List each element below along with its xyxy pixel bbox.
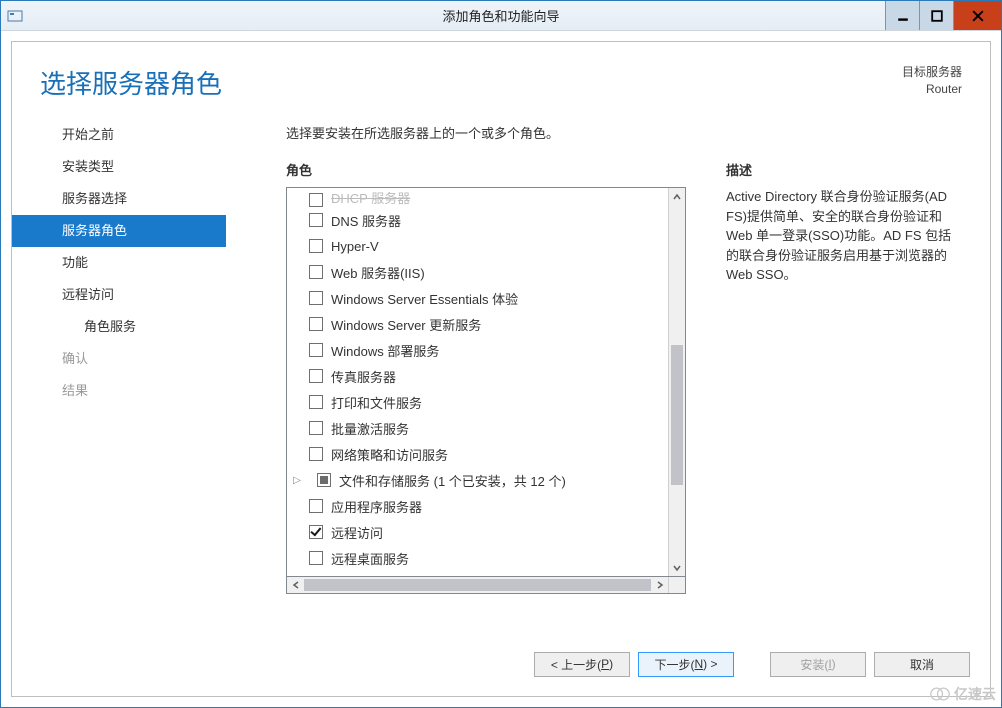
role-checkbox[interactable]	[309, 291, 323, 305]
description-label: 描述	[726, 160, 962, 179]
role-checkbox[interactable]	[317, 473, 331, 487]
hscroll-thumb[interactable]	[304, 579, 651, 591]
target-server-label: 目标服务器	[902, 64, 962, 81]
scroll-right-button[interactable]	[651, 577, 668, 593]
role-label: DHCP 服务器	[331, 191, 410, 207]
description-text: Active Directory 联合身份验证服务(AD FS)提供简单、安全的…	[726, 187, 962, 285]
instruction-text: 选择要安装在所选服务器上的一个或多个角色。	[286, 123, 962, 142]
role-checkbox[interactable]	[309, 421, 323, 435]
role-item[interactable]: DHCP 服务器	[309, 191, 668, 207]
expand-icon[interactable]: ▷	[291, 474, 303, 486]
nav-server-selection[interactable]: 服务器选择	[12, 183, 226, 215]
content-columns: 角色 DHCP 服务器 DNS 服务器 Hyper-V Web 服务器(IIS) Win…	[286, 160, 962, 640]
role-checkbox[interactable]	[309, 343, 323, 357]
role-checkbox[interactable]	[309, 317, 323, 331]
role-item[interactable]: 远程桌面服务	[309, 545, 668, 571]
role-checkbox[interactable]	[309, 525, 323, 539]
role-item[interactable]: Windows 部署服务	[309, 337, 668, 363]
inner-frame: 选择服务器角色 目标服务器 Router 开始之前 安装类型 服务器选择 服务器…	[11, 41, 991, 697]
role-checkbox[interactable]	[309, 395, 323, 409]
role-item[interactable]: 远程访问	[309, 519, 668, 545]
page-title: 选择服务器角色	[40, 64, 222, 101]
role-label: Windows 部署服务	[331, 341, 439, 360]
scroll-up-button[interactable]	[669, 188, 685, 205]
role-item[interactable]: 传真服务器	[309, 363, 668, 389]
previous-button[interactable]: < 上一步(P)	[534, 652, 630, 677]
role-label: 传真服务器	[331, 367, 396, 386]
nav-features[interactable]: 功能	[12, 247, 226, 279]
target-server-box: 目标服务器 Router	[902, 64, 962, 98]
role-label: Windows Server 更新服务	[331, 315, 481, 334]
role-label: DNS 服务器	[331, 211, 401, 230]
role-item[interactable]: 打印和文件服务	[309, 389, 668, 415]
body-row: 开始之前 安装类型 服务器选择 服务器角色 功能 远程访问 角色服务 确认 结果…	[12, 109, 990, 640]
header-row: 选择服务器角色 目标服务器 Router	[12, 42, 990, 109]
app-icon	[7, 8, 23, 24]
nav-role-services[interactable]: 角色服务	[12, 311, 226, 343]
scroll-thumb[interactable]	[671, 345, 683, 485]
role-item[interactable]: 批量激活服务	[309, 415, 668, 441]
content-area: 选择要安装在所选服务器上的一个或多个角色。 角色 DHCP 服务器 DNS 服务器…	[226, 109, 962, 640]
roles-column: 角色 DHCP 服务器 DNS 服务器 Hyper-V Web 服务器(IIS) Win…	[286, 160, 686, 640]
roles-list[interactable]: DHCP 服务器 DNS 服务器 Hyper-V Web 服务器(IIS) Window…	[287, 188, 668, 576]
role-label: 文件和存储服务 (1 个已安装，共 12 个)	[339, 471, 566, 490]
nav-before-begin[interactable]: 开始之前	[12, 119, 226, 151]
wizard-window: 添加角色和功能向导 选择服务器角色 目标服务器 Router 开始之前 安装	[0, 0, 1002, 708]
role-checkbox[interactable]	[309, 499, 323, 513]
roles-label: 角色	[286, 160, 686, 179]
role-label: Web 服务器(IIS)	[331, 263, 425, 282]
scroll-down-button[interactable]	[669, 559, 685, 576]
role-checkbox[interactable]	[309, 239, 323, 253]
nav-confirm: 确认	[12, 343, 226, 375]
role-label: Hyper-V	[331, 239, 379, 254]
role-item[interactable]: Windows Server Essentials 体验	[309, 285, 668, 311]
role-item[interactable]: DNS 服务器	[309, 207, 668, 233]
role-checkbox[interactable]	[309, 447, 323, 461]
next-button[interactable]: 下一步(N) >	[638, 652, 734, 677]
role-checkbox[interactable]	[309, 369, 323, 383]
scroll-corner	[668, 577, 685, 593]
maximize-button[interactable]	[919, 1, 953, 30]
roles-listbox: DHCP 服务器 DNS 服务器 Hyper-V Web 服务器(IIS) Window…	[286, 187, 686, 577]
install-button: 安装(I)	[770, 652, 866, 677]
nav-server-roles[interactable]: 服务器角色	[12, 215, 226, 247]
scroll-track[interactable]	[669, 205, 685, 559]
titlebar: 添加角色和功能向导	[1, 1, 1001, 31]
horizontal-scrollbar[interactable]	[286, 577, 686, 594]
nav-install-type[interactable]: 安装类型	[12, 151, 226, 183]
vertical-scrollbar[interactable]	[668, 188, 685, 576]
hscroll-track[interactable]	[304, 577, 651, 593]
role-item[interactable]: Hyper-V	[309, 233, 668, 259]
role-label: 应用程序服务器	[331, 497, 422, 516]
role-checkbox[interactable]	[309, 551, 323, 565]
role-label: 打印和文件服务	[331, 393, 422, 412]
window-title: 添加角色和功能向导	[1, 6, 1001, 25]
nav-results: 结果	[12, 375, 226, 407]
role-checkbox[interactable]	[309, 265, 323, 279]
role-checkbox[interactable]	[309, 213, 323, 227]
nav-remote-access[interactable]: 远程访问	[12, 279, 226, 311]
role-item[interactable]: 应用程序服务器	[309, 493, 668, 519]
minimize-button[interactable]	[885, 1, 919, 30]
role-label: 批量激活服务	[331, 419, 409, 438]
target-server-value: Router	[902, 81, 962, 98]
role-label: 远程访问	[331, 523, 383, 542]
role-item[interactable]: ▷文件和存储服务 (1 个已安装，共 12 个)	[309, 467, 668, 493]
wizard-nav: 开始之前 安装类型 服务器选择 服务器角色 功能 远程访问 角色服务 确认 结果	[12, 109, 226, 640]
description-column: 描述 Active Directory 联合身份验证服务(AD FS)提供简单、…	[726, 160, 962, 640]
role-label: Windows Server Essentials 体验	[331, 289, 518, 308]
close-button[interactable]	[953, 1, 1001, 30]
role-label: 网络策略和访问服务	[331, 445, 448, 464]
role-checkbox[interactable]	[309, 193, 323, 207]
cancel-button[interactable]: 取消	[874, 652, 970, 677]
scroll-left-button[interactable]	[287, 577, 304, 593]
window-controls	[885, 1, 1001, 30]
footer-buttons: < 上一步(P) 下一步(N) > 安装(I) 取消	[12, 640, 990, 696]
role-label: 远程桌面服务	[331, 549, 409, 568]
role-item[interactable]: 网络策略和访问服务	[309, 441, 668, 467]
role-item[interactable]: Web 服务器(IIS)	[309, 259, 668, 285]
role-item[interactable]: Windows Server 更新服务	[309, 311, 668, 337]
